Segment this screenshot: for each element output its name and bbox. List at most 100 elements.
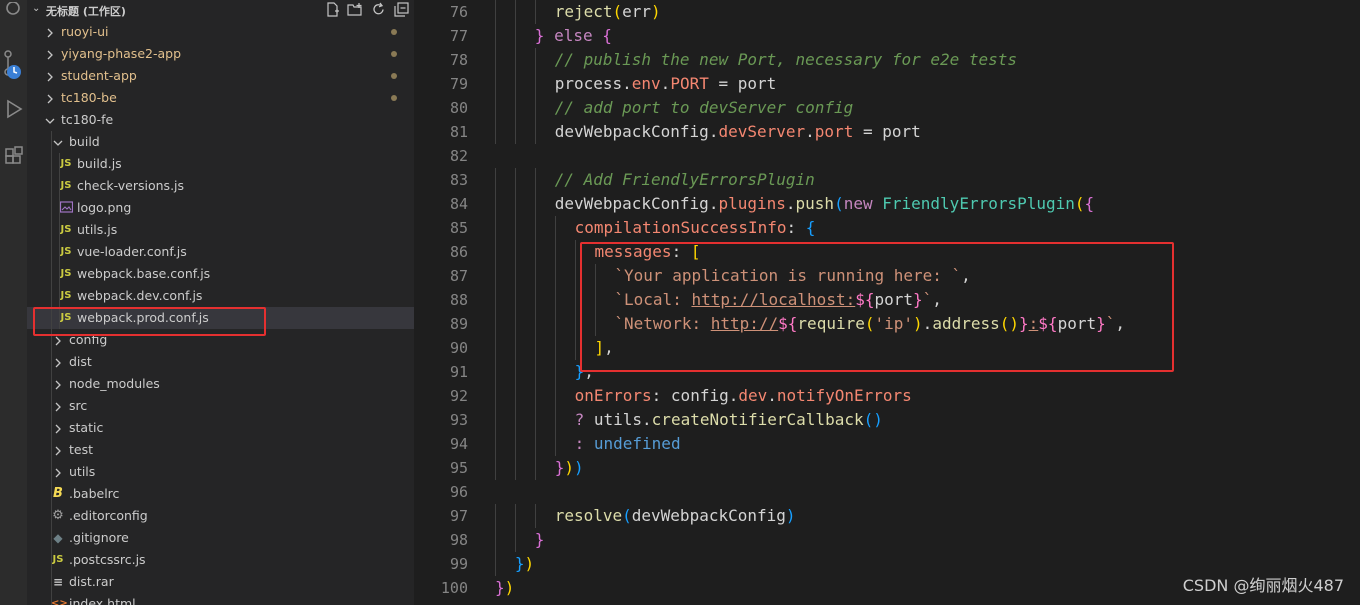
run-debug-icon[interactable] bbox=[0, 96, 27, 122]
collapse-all-icon[interactable] bbox=[393, 1, 410, 18]
highlight-box-messages bbox=[580, 242, 1174, 372]
code-token: . bbox=[728, 386, 739, 405]
folder-item[interactable]: utils bbox=[27, 461, 414, 483]
file-item[interactable]: JS utils.js bbox=[27, 219, 414, 241]
code-token: ) bbox=[564, 458, 574, 477]
refresh-icon[interactable] bbox=[370, 1, 387, 18]
tree-item-label: .postcssrc.js bbox=[69, 552, 146, 567]
code-token: } bbox=[514, 554, 525, 573]
code-token: } bbox=[554, 458, 565, 477]
folder-item[interactable]: tc180-be bbox=[27, 87, 414, 109]
folder-item[interactable]: yiyang-phase2-app bbox=[27, 43, 414, 65]
tree-item-label: test bbox=[69, 442, 94, 457]
folder-item[interactable]: student-app bbox=[27, 65, 414, 87]
tree-item-label: build bbox=[69, 134, 100, 149]
chevron-right-icon bbox=[45, 47, 55, 61]
code-line: 92 onErrors: config.dev.notifyOnErrors bbox=[414, 384, 1360, 408]
tree-item-label: src bbox=[69, 398, 88, 413]
code-token: . bbox=[622, 74, 632, 93]
new-folder-icon[interactable] bbox=[347, 1, 364, 18]
image-file-icon bbox=[59, 201, 73, 215]
code-token: new bbox=[843, 194, 873, 213]
code-text: devWebpackConfig.devServer.port = port bbox=[555, 120, 921, 144]
code-token: // publish the new Port, necessary for e… bbox=[554, 50, 1018, 69]
file-item[interactable]: ⚙ .editorconfig bbox=[27, 505, 414, 527]
file-item[interactable]: B .babelrc bbox=[27, 483, 414, 505]
folder-item[interactable]: src bbox=[27, 395, 414, 417]
indent-guide bbox=[514, 408, 516, 432]
code-token: . bbox=[660, 74, 671, 93]
file-item[interactable]: ◆ .gitignore bbox=[27, 527, 414, 549]
tree-item-label: student-app bbox=[61, 68, 137, 83]
indent-guide bbox=[554, 336, 556, 360]
indent-guide bbox=[514, 288, 516, 312]
tree-item-label: index.html bbox=[69, 596, 136, 605]
indent-guide bbox=[534, 264, 536, 288]
code-token: : bbox=[786, 218, 806, 237]
file-item[interactable]: ≡ dist.rar bbox=[27, 571, 414, 593]
indent-guide bbox=[574, 264, 576, 288]
indent-guide bbox=[534, 288, 536, 312]
code-token: ? bbox=[574, 410, 585, 429]
folder-item[interactable]: build bbox=[27, 131, 414, 153]
git-status-dot bbox=[391, 95, 397, 101]
indent-guide bbox=[554, 432, 556, 456]
folder-item[interactable]: static bbox=[27, 417, 414, 439]
code-token: utils bbox=[584, 410, 643, 429]
file-item[interactable]: JS build.js bbox=[27, 153, 414, 175]
indent-guide bbox=[534, 240, 536, 264]
folder-item[interactable]: ruoyi-ui bbox=[27, 21, 414, 43]
tree-item-label: vue-loader.conf.js bbox=[77, 244, 187, 259]
file-item[interactable]: <> index.html bbox=[27, 593, 414, 605]
new-file-icon[interactable] bbox=[324, 1, 341, 18]
file-item[interactable]: JS vue-loader.conf.js bbox=[27, 241, 414, 263]
folder-item[interactable]: tc180-fe bbox=[27, 109, 414, 131]
code-token: { bbox=[602, 26, 612, 45]
source-control-icon[interactable] bbox=[0, 44, 27, 84]
workspace-header[interactable]: ⌄ 无标题 (工作区) bbox=[27, 0, 414, 20]
indent-guide bbox=[495, 336, 496, 360]
search-icon[interactable] bbox=[0, 0, 27, 22]
indent-guide bbox=[534, 216, 536, 240]
indent-guide bbox=[554, 408, 556, 432]
file-item[interactable]: logo.png bbox=[27, 197, 414, 219]
file-item[interactable]: JS .postcssrc.js bbox=[27, 549, 414, 571]
code-token: dev bbox=[738, 386, 768, 405]
indent-guide bbox=[514, 72, 516, 96]
file-item[interactable]: JS check-versions.js bbox=[27, 175, 414, 197]
line-number: 89 bbox=[449, 315, 468, 333]
code-token: ) bbox=[651, 2, 661, 21]
line-number: 87 bbox=[449, 267, 468, 285]
code-token: : bbox=[574, 434, 585, 453]
folder-item[interactable]: node_modules bbox=[27, 373, 414, 395]
code-token: undefined bbox=[593, 434, 681, 453]
chevron-right-icon bbox=[53, 465, 63, 479]
code-token: = port bbox=[708, 74, 777, 93]
indent-guide bbox=[495, 48, 496, 72]
code-token: // add port to devServer config bbox=[554, 98, 854, 117]
line-number: 95 bbox=[449, 459, 468, 477]
indent-guide bbox=[495, 528, 496, 552]
chevron-right-icon bbox=[53, 377, 63, 391]
code-token: notifyOnErrors bbox=[776, 386, 912, 405]
code-token: compilationSuccessInfo bbox=[574, 218, 787, 237]
code-token: onErrors bbox=[574, 386, 652, 405]
code-token: { bbox=[805, 218, 816, 237]
indent-guide bbox=[514, 384, 516, 408]
folder-item[interactable]: dist bbox=[27, 351, 414, 373]
indent-guide bbox=[495, 384, 496, 408]
indent-guide bbox=[514, 96, 516, 120]
code-token: push bbox=[795, 194, 835, 213]
folder-item[interactable]: test bbox=[27, 439, 414, 461]
indent-guide bbox=[534, 456, 536, 480]
indent-guide bbox=[534, 72, 536, 96]
code-line: 81 devWebpackConfig.devServer.port = port bbox=[414, 120, 1360, 144]
extensions-icon[interactable] bbox=[0, 142, 27, 172]
tree-item-label: ruoyi-ui bbox=[61, 24, 109, 39]
code-token: plugins bbox=[718, 194, 786, 213]
file-item[interactable]: JS webpack.dev.conf.js bbox=[27, 285, 414, 307]
indent-guide bbox=[534, 120, 536, 144]
code-line: 76 reject(err) bbox=[414, 0, 1360, 24]
file-item[interactable]: JS webpack.base.conf.js bbox=[27, 263, 414, 285]
